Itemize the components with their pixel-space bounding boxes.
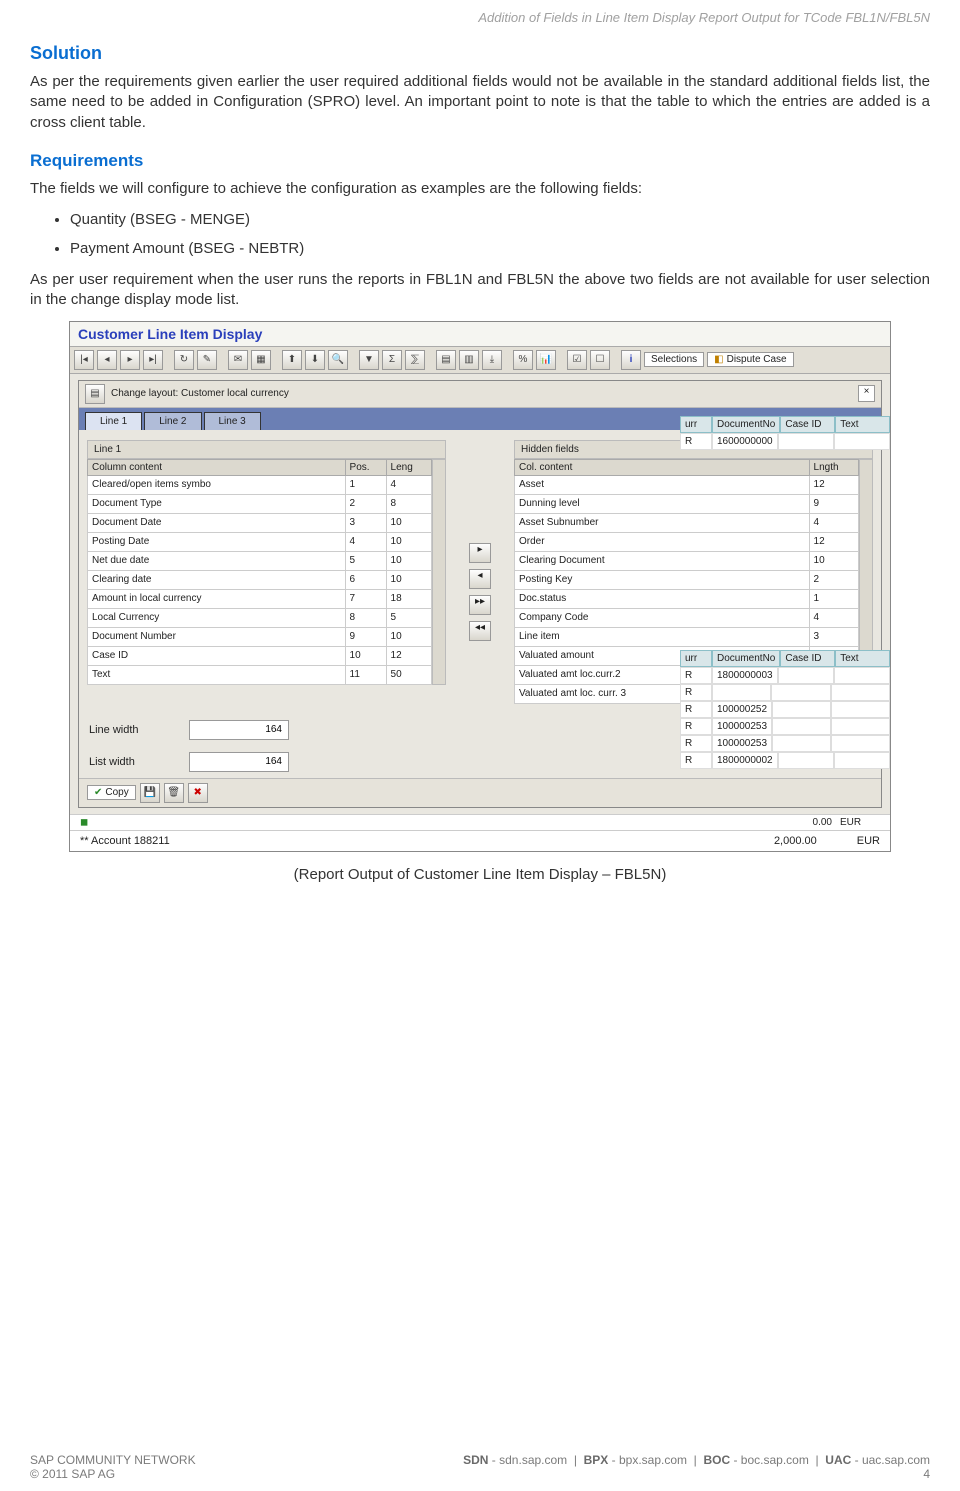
footer-right: SDN - sdn.sap.com | BPX - bpx.sap.com | … [463, 1453, 930, 1467]
table-row[interactable]: Dunning level9 [515, 494, 859, 513]
line-width-input[interactable] [189, 720, 289, 740]
table-row[interactable]: Amount in local currency718 [88, 589, 432, 608]
select-all-icon[interactable]: ☑ [567, 350, 587, 370]
account-total-row: ** Account 188211 2,000.00 EUR [70, 830, 890, 851]
layout-select-icon[interactable]: ▤ [85, 384, 105, 404]
tab-line3[interactable]: Line 3 [204, 412, 261, 430]
requirements-list: Quantity (BSEG - MENGE) Payment Amount (… [50, 209, 930, 260]
screenshot-caption: (Report Output of Customer Line Item Dis… [30, 866, 930, 883]
screen-title: Customer Line Item Display [70, 322, 890, 347]
prev-icon[interactable]: ◂ [97, 350, 117, 370]
list-width-input[interactable] [189, 752, 289, 772]
list-width-label: List width [89, 756, 179, 768]
deselect-icon[interactable]: ☐ [590, 350, 610, 370]
save-icon[interactable]: 💾 [140, 783, 160, 803]
table-row[interactable]: Doc.status1 [515, 589, 859, 608]
mover-buttons: ▸ ◂ ▸▸ ◂◂ [468, 440, 492, 704]
layout-icon[interactable]: ▤ [436, 350, 456, 370]
table-row[interactable]: Posting Date410 [88, 532, 432, 551]
table-row[interactable]: Document Date310 [88, 513, 432, 532]
list-item: Payment Amount (BSEG - NEBTR) [70, 238, 930, 261]
col-header: Lngth [809, 459, 858, 475]
line-width-label: Line width [89, 724, 179, 736]
table-row[interactable]: Document Number910 [88, 627, 432, 646]
solution-heading: Solution [30, 43, 930, 64]
dialog-bottom-bar: ✔ Copy 💾 🗑 ✖ [79, 778, 881, 807]
table-row[interactable]: Asset12 [515, 475, 859, 494]
table-row[interactable]: Company Code4 [515, 608, 859, 627]
footer-left: SAP COMMUNITY NETWORK [30, 1453, 196, 1467]
move-left-icon[interactable]: ◂ [469, 569, 491, 589]
refresh-icon[interactable]: ↻ [174, 350, 194, 370]
graph-icon[interactable]: 📊 [536, 350, 556, 370]
page-header: Addition of Fields in Line Item Display … [30, 10, 930, 25]
footer-copyright: © 2011 SAP AG [30, 1467, 115, 1481]
report-header-row: urr DocumentNo Case ID Text [680, 416, 890, 433]
sort-desc-icon[interactable]: ⬇ [305, 350, 325, 370]
page-footer: SAP COMMUNITY NETWORK SDN - sdn.sap.com … [30, 1453, 930, 1481]
find-icon[interactable]: 🔍 [328, 350, 348, 370]
table-row[interactable]: Clearing date610 [88, 570, 432, 589]
filter-icon[interactable]: ▼ [359, 350, 379, 370]
subtotal-icon[interactable]: ⅀ [405, 350, 425, 370]
table-row[interactable]: Case ID1012 [88, 646, 432, 665]
sort-asc-icon[interactable]: ⬆ [282, 350, 302, 370]
col-header: Pos. [345, 459, 386, 475]
solution-paragraph: As per the requirements given earlier th… [30, 72, 930, 133]
export-icon[interactable]: ⤓ [482, 350, 502, 370]
report-header-row: urr DocumentNo Case ID Text [680, 650, 890, 667]
table-row[interactable]: Line item3 [515, 627, 859, 646]
list-item: Quantity (BSEG - MENGE) [70, 209, 930, 232]
account-currency: EUR [857, 835, 880, 847]
dispute-case-button[interactable]: ◧Dispute Case [707, 352, 793, 367]
edit-icon[interactable]: ✎ [197, 350, 217, 370]
requirements-after: As per user requirement when the user ru… [30, 270, 930, 311]
left-panel-caption: Line 1 [87, 440, 446, 459]
tab-line2[interactable]: Line 2 [144, 412, 201, 430]
col-header: Leng [386, 459, 431, 475]
requirements-intro: The fields we will configure to achieve … [30, 179, 930, 199]
layout2-icon[interactable]: ▥ [459, 350, 479, 370]
table-row[interactable]: Posting Key2 [515, 570, 859, 589]
requirements-heading: Requirements [30, 151, 930, 171]
displayed-fields-panel: Line 1 Column content Pos. Leng Cleared/… [87, 440, 446, 704]
copy-button[interactable]: ✔ Copy [87, 785, 136, 800]
next-icon[interactable]: ▸ [120, 350, 140, 370]
table-row[interactable]: Document Type28 [88, 494, 432, 513]
table-row[interactable]: Cleared/open items symbo14 [88, 475, 432, 494]
move-all-right-icon[interactable]: ▸▸ [469, 595, 491, 615]
table-row[interactable]: Text1150 [88, 665, 432, 684]
cancel-icon[interactable]: ✖ [188, 783, 208, 803]
table-row[interactable]: Net due date510 [88, 551, 432, 570]
account-label: ** Account 188211 [80, 835, 170, 847]
selections-button[interactable]: Selections [644, 352, 704, 367]
displayed-fields-table[interactable]: Column content Pos. Leng Cleared/open it… [87, 459, 432, 685]
sap-screenshot: Customer Line Item Display |◂ ◂ ▸ ▸| ↻ ✎… [69, 321, 891, 852]
close-icon[interactable]: × [858, 385, 875, 402]
last-icon[interactable]: ▸| [143, 350, 163, 370]
move-right-icon[interactable]: ▸ [469, 543, 491, 563]
percent-icon[interactable]: % [513, 350, 533, 370]
mail-icon[interactable]: ✉ [228, 350, 248, 370]
scrollbar[interactable] [432, 459, 446, 685]
footer-page: 4 [923, 1467, 930, 1481]
dialog-title: Change layout: Customer local currency [111, 388, 289, 399]
table-row[interactable]: Clearing Document10 [515, 551, 859, 570]
account-amount: 2,000.00 [774, 835, 817, 847]
first-icon[interactable]: |◂ [74, 350, 94, 370]
delete-icon[interactable]: 🗑 [164, 783, 184, 803]
grid-icon[interactable]: ▦ [251, 350, 271, 370]
info-icon[interactable]: i [621, 350, 641, 370]
app-toolbar: |◂ ◂ ▸ ▸| ↻ ✎ ✉ ▦ ⬆ ⬇ 🔍 ▼ Σ ⅀ ▤ ▥ ⤓ % 📊 [70, 347, 890, 374]
table-row[interactable]: Order12 [515, 532, 859, 551]
tab-line1[interactable]: Line 1 [85, 412, 142, 430]
move-all-left-icon[interactable]: ◂◂ [469, 621, 491, 641]
col-header: Col. content [515, 459, 810, 475]
table-row[interactable]: Local Currency85 [88, 608, 432, 627]
sum-icon[interactable]: Σ [382, 350, 402, 370]
table-row[interactable]: Asset Subnumber4 [515, 513, 859, 532]
col-header: Column content [88, 459, 346, 475]
